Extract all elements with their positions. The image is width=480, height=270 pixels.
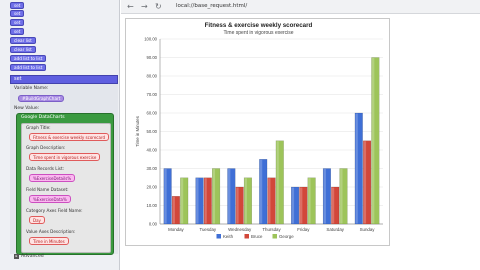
advanced-label: Advanced [21, 254, 44, 259]
advanced-toggle[interactable]: ▸ Advanced [14, 254, 44, 259]
legend-swatch-george [272, 234, 277, 239]
bar-highlight [331, 187, 335, 224]
bar-highlight [276, 141, 279, 224]
bar-highlight [164, 169, 167, 224]
x-tick-label: Saturday [326, 227, 344, 232]
value-axes-description-value[interactable]: Time in Minutes [29, 237, 69, 245]
legend-label-george: George [279, 234, 294, 239]
set-block-header[interactable]: set [10, 75, 118, 84]
graph-title-value[interactable]: Fitness & exercise weekly scorecard [29, 133, 110, 141]
clear-list-block[interactable]: clear list [10, 46, 36, 53]
graph-title-label: Graph Title: [26, 125, 51, 130]
bar-highlight [180, 178, 184, 224]
x-tick-label: Friday [297, 227, 310, 232]
x-tick-label: Monday [168, 227, 184, 232]
bar-highlight [204, 178, 207, 224]
datacharts-fields: Graph Title: Fitness & exercise weekly s… [21, 123, 111, 253]
y-tick-label: 10.00 [147, 203, 158, 208]
back-arrow-icon[interactable]: ← [127, 2, 134, 12]
legend-swatch-bruce [244, 234, 249, 239]
bar-highlight [259, 159, 263, 224]
y-axis-label: Time in Minutes [135, 115, 140, 147]
data-records-list-value[interactable]: %ExerciseDetails% [29, 174, 76, 182]
forward-arrow-icon[interactable]: → [141, 2, 148, 12]
graph-description-label: Graph Description: [26, 145, 66, 150]
value-axes-description-label: Value Axes Description: [26, 229, 76, 234]
bar-highlight [340, 169, 343, 224]
set-block[interactable]: set [10, 19, 25, 26]
y-tick-label: 90.00 [147, 55, 158, 60]
legend-swatch-keith [216, 234, 221, 239]
bar-highlight [355, 113, 358, 224]
bar-highlight [228, 169, 231, 224]
x-tick-label: Tuesday [199, 227, 216, 232]
bar-highlight [196, 178, 199, 224]
set-block[interactable]: set [10, 28, 25, 35]
bar-highlight [236, 187, 239, 224]
y-tick-label: 60.00 [147, 111, 158, 116]
category-axes-field-value[interactable]: Day [29, 216, 45, 224]
set-block[interactable]: set [10, 10, 25, 17]
field-name-dataset-label: Field Name Dataset: [26, 187, 69, 192]
google-datacharts-block[interactable]: Google DataCharts Graph Title: Fitness &… [16, 113, 114, 255]
y-tick-label: 50.00 [147, 129, 158, 134]
bar-highlight [268, 178, 271, 224]
x-tick-label: Thursday [262, 227, 281, 232]
legend-label-keith: Keith [223, 234, 234, 239]
bar-highlight [212, 169, 216, 224]
variable-name-label: Variable Name: [14, 86, 49, 91]
variable-name-value[interactable]: #BuildGraphChart [18, 95, 65, 102]
chart-title: Fitness & exercise weekly scorecard [205, 22, 313, 29]
x-tick-label: Sunday [360, 227, 376, 232]
y-tick-label: 20.00 [147, 185, 158, 190]
chart-container: Fitness & exercise weekly scorecard Time … [125, 18, 390, 246]
graph-description-value[interactable]: Time spent in vigorous exercise [29, 153, 101, 161]
x-tick-label: Wednesday [228, 227, 252, 232]
bar-highlight [300, 187, 303, 224]
bar-highlight [291, 187, 295, 224]
add-list-to-list-block[interactable]: add list to list [10, 64, 47, 71]
chart-subtitle: Time spent in vigorous exercise [223, 30, 293, 36]
bar-highlight [308, 178, 311, 224]
set-block[interactable]: set [10, 2, 25, 9]
y-tick-label: 100.00 [144, 37, 157, 42]
bar-highlight [363, 141, 367, 224]
y-tick-label: 80.00 [147, 74, 158, 79]
google-datacharts-title: Google DataCharts [21, 115, 65, 120]
y-tick-label: 40.00 [147, 148, 158, 153]
data-records-list-label: Data Records List: [26, 166, 65, 171]
bar-highlight [323, 169, 326, 224]
y-tick-label: 0.00 [149, 222, 158, 227]
bar-highlight [372, 58, 375, 224]
browser-toolbar: ← → ↻ local://base_request.html/ [121, 0, 480, 14]
new-value-label: New Value: [14, 106, 40, 111]
bar-highlight [244, 178, 247, 224]
add-list-to-list-block[interactable]: add list to list [10, 55, 47, 62]
reload-icon[interactable]: ↻ [155, 2, 162, 12]
category-axes-field-label: Category Axes Field Name: [26, 208, 83, 213]
blocks-panel: set set set set clear list clear list ad… [0, 0, 120, 270]
address-bar[interactable]: local://base_request.html/ [176, 3, 247, 9]
browser-window: ← → ↻ local://base_request.html/ Fitness… [121, 0, 480, 270]
clear-list-block[interactable]: clear list [10, 37, 36, 44]
bar-highlight [172, 196, 175, 224]
field-name-dataset-value[interactable]: %ExerciseData% [29, 195, 71, 203]
expand-arrow-icon: ▸ [14, 254, 19, 259]
y-tick-label: 70.00 [147, 92, 158, 97]
bar-chart: Fitness & exercise weekly scorecardTime … [135, 22, 383, 239]
y-tick-label: 30.00 [147, 166, 158, 171]
legend-label-bruce: Bruce [251, 234, 263, 239]
